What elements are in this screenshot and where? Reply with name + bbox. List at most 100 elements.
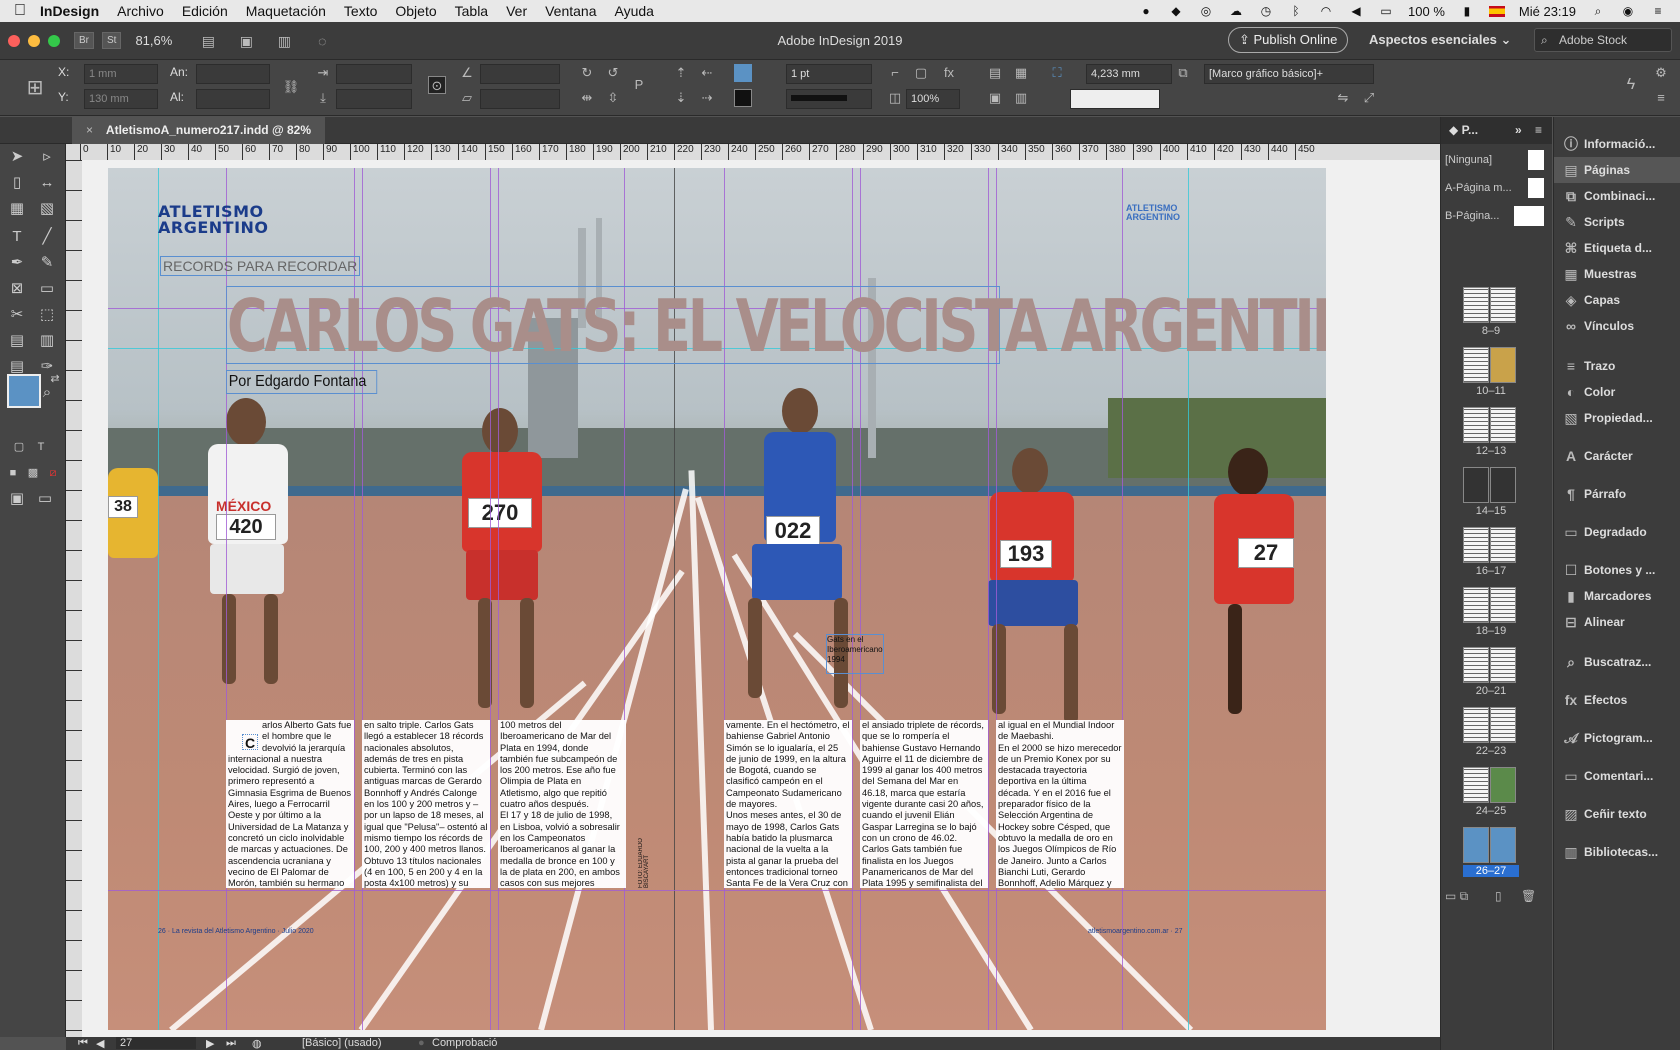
path-type-icon[interactable]: P: [630, 76, 648, 94]
panel-color[interactable]: ◐ Color: [1554, 379, 1680, 405]
pages-panel-header[interactable]: ◆ P... » ≡: [1441, 117, 1552, 144]
gpu-performance-icon[interactable]: ◌: [312, 33, 332, 49]
previous-page-icon[interactable]: ◀: [96, 1037, 104, 1050]
text-column-1[interactable]: C arlos Alberto Gats fue el hombre que l…: [226, 720, 354, 888]
format-text-icon[interactable]: T: [30, 436, 52, 458]
document-canvas[interactable]: 38 MÉXICO 420 270 022 193 27 ATLETISMO A…: [82, 160, 1440, 1037]
menubar-clock[interactable]: Mié 23:19: [1519, 4, 1576, 19]
panel-páginas[interactable]: ▤ Páginas: [1554, 157, 1680, 183]
select-previous-icon[interactable]: ⇠: [698, 64, 716, 82]
view-options-icon[interactable]: ▤: [198, 33, 218, 49]
article-byline[interactable]: Por Edgardo Fontana: [226, 370, 378, 394]
fitting-select[interactable]: [1070, 89, 1160, 109]
page-number-field[interactable]: 27: [116, 1037, 196, 1049]
free-transform-tool-icon[interactable]: ⬚: [36, 304, 58, 326]
page-tool-icon[interactable]: ▯: [6, 172, 28, 194]
y-field[interactable]: 130 mm: [84, 89, 158, 109]
scissors-tool-icon[interactable]: ✂: [6, 304, 28, 326]
panel-efectos[interactable]: fx Efectos: [1554, 687, 1680, 713]
panel-muestras[interactable]: ▦ Muestras: [1554, 261, 1680, 287]
select-content-icon[interactable]: ⇣: [672, 89, 690, 107]
panel-párrafo[interactable]: ¶ Párrafo: [1554, 481, 1680, 507]
spread-26-27[interactable]: 26–27: [1463, 827, 1519, 877]
page-size-icon[interactable]: ▭ ⧉: [1445, 889, 1468, 904]
gradient-feather-tool-icon[interactable]: ▥: [36, 330, 58, 352]
panel-botones-y[interactable]: ☐ Botones y ...: [1554, 557, 1680, 583]
panel-capas[interactable]: ◈ Capas: [1554, 287, 1680, 313]
bridge-button[interactable]: Br: [74, 32, 94, 49]
frame-stroke-icon[interactable]: ▢: [912, 64, 930, 82]
shear-angle-field[interactable]: [480, 89, 560, 109]
height-field[interactable]: [196, 89, 270, 109]
spread-10-11[interactable]: 10–11: [1463, 347, 1519, 397]
battery-icon[interactable]: ▮: [1459, 4, 1475, 18]
menu-objeto[interactable]: Objeto: [395, 3, 436, 19]
horizontal-ruler[interactable]: 0 10 20 30 40 50 60 70 80 90 100 110 120 130 140 150 160…: [66, 144, 1440, 160]
panel-comentari[interactable]: ▭ Comentari...: [1554, 763, 1680, 789]
new-page-icon[interactable]: ▯: [1495, 889, 1502, 903]
swap-fill-stroke-icon[interactable]: ⇄: [44, 368, 66, 390]
panel-alinear[interactable]: ⊟ Alinear: [1554, 609, 1680, 635]
apply-color-icon[interactable]: ■: [2, 462, 24, 484]
adobe-cc-icon[interactable]: ●: [1138, 4, 1154, 18]
pencil-tool-icon[interactable]: ✎: [36, 252, 58, 274]
panel-marcadores[interactable]: ▮ Marcadores: [1554, 583, 1680, 609]
time-machine-icon[interactable]: ◷: [1258, 4, 1274, 18]
panel-carácter[interactable]: A Carácter: [1554, 443, 1680, 469]
article-headline[interactable]: CARLOS GATS: EL VELOCISTA ARGENTINO: [226, 286, 1326, 365]
master-a[interactable]: A-Página m...: [1445, 176, 1548, 200]
wifi-icon[interactable]: ◠: [1318, 4, 1334, 18]
select-next-icon[interactable]: ⇢: [698, 89, 716, 107]
corner-options-icon[interactable]: ⌐: [886, 64, 904, 82]
effects-fx-icon[interactable]: fx: [940, 64, 958, 82]
zoom-window-button[interactable]: [48, 34, 60, 47]
rectangle-tool-icon[interactable]: ▭: [36, 278, 58, 300]
adobe-stock-search-input[interactable]: ⌕ Adobe Stock: [1534, 28, 1672, 52]
object-style-select[interactable]: [Marco gráfico básico]+: [1204, 64, 1374, 84]
rotate-ccw-icon[interactable]: ↺: [604, 64, 622, 82]
section-kicker[interactable]: RECORDS PARA RECORDAR: [160, 256, 361, 276]
menu-ayuda[interactable]: Ayuda: [615, 3, 654, 19]
flip-horizontal-icon[interactable]: ⇹: [578, 89, 596, 107]
menu-ventana[interactable]: Ventana: [545, 3, 596, 19]
panel-menu-icon[interactable]: ≡: [1535, 117, 1542, 144]
scale-x-field[interactable]: [336, 64, 412, 84]
reference-point-icon[interactable]: ⊞: [22, 70, 48, 106]
battery-percent[interactable]: 100 %: [1408, 4, 1445, 19]
master-page-indicator[interactable]: [Básico] (usado): [302, 1037, 381, 1049]
arrange-documents-icon[interactable]: ▥: [274, 33, 294, 49]
app-menu[interactable]: InDesign: [40, 3, 99, 19]
apply-none-icon[interactable]: ⧄: [42, 462, 64, 484]
dropbox-icon[interactable]: ◆: [1168, 4, 1184, 18]
collapse-panel-icon[interactable]: »: [1515, 117, 1522, 144]
gap-tool-icon[interactable]: ↔: [36, 172, 58, 194]
spread-22-23[interactable]: 22–23: [1463, 707, 1519, 757]
folio-right[interactable]: atletismoargentino.com.ar · 27: [1088, 928, 1183, 935]
preflight-label[interactable]: Comprobació: [432, 1037, 497, 1049]
constrain-proportions-icon[interactable]: ⛓: [282, 78, 300, 96]
type-tool-icon[interactable]: T: [6, 226, 28, 248]
spread-16-17[interactable]: 16–17: [1463, 527, 1519, 577]
clear-overrides-icon[interactable]: ⇋: [1334, 89, 1352, 107]
selection-tool-icon[interactable]: ➤: [6, 146, 28, 168]
opacity-field[interactable]: 100%: [906, 89, 960, 109]
open-page-icon[interactable]: ◍: [252, 1037, 262, 1050]
panel-bibliotecas[interactable]: ▥ Bibliotecas...: [1554, 839, 1680, 865]
siri-icon[interactable]: ◉: [1620, 4, 1636, 18]
cloud-upload-icon[interactable]: ☁: [1228, 4, 1244, 18]
quick-apply-icon[interactable]: ⤢: [1360, 89, 1378, 107]
auto-fit-icon[interactable]: ⛶: [1048, 64, 1066, 82]
notification-center-icon[interactable]: ≡: [1650, 4, 1666, 18]
menu-tabla[interactable]: Tabla: [455, 3, 488, 19]
quick-apply-lightning-icon[interactable]: ϟ: [1622, 76, 1640, 94]
apply-gradient-icon[interactable]: ▩: [22, 462, 44, 484]
content-collector-icon[interactable]: ▦: [6, 198, 28, 220]
rotate-angle-field[interactable]: [480, 64, 560, 84]
x-field[interactable]: 1 mm: [84, 64, 158, 84]
stroke-weight-field[interactable]: 1 pt: [786, 64, 872, 84]
minimize-window-button[interactable]: [28, 34, 40, 47]
preview-mode-icon[interactable]: ▭: [34, 488, 56, 510]
rectangle-frame-tool-icon[interactable]: ⊠: [6, 278, 28, 300]
fit-content-icon[interactable]: ▣: [986, 89, 1004, 107]
panel-informació[interactable]: ⓘ Informació...: [1554, 131, 1680, 157]
